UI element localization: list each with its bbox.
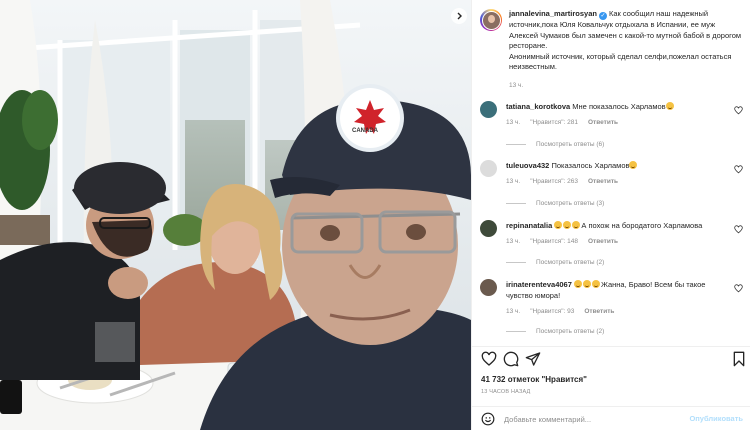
grinning-emoji-icon <box>582 280 591 288</box>
author-username[interactable]: jannalevina_martirosyan <box>509 9 597 18</box>
grinning-emoji-icon <box>629 161 638 169</box>
comment-body: repinanatalia А похож на бородатого Харл… <box>506 220 728 247</box>
grinning-emoji-icon <box>573 280 582 288</box>
view-replies-label: Посмотреть ответы (2) <box>536 328 605 335</box>
commenter-username[interactable]: irinaterenteva4067 <box>506 280 572 289</box>
comment-body: tuleuova432 Показалось Харламов 13 ч. "Н… <box>506 160 728 187</box>
view-replies-label: Посмотреть ответы (3) <box>536 200 605 207</box>
post-caption: jannalevina_martirosyan ✓ Как сообщил наш … <box>480 9 746 91</box>
add-comment-bar: Опубликовать <box>472 406 750 431</box>
comments-scroll-area[interactable]: jannalevina_martirosyan ✓ Как сообщил наш … <box>472 0 750 346</box>
instagram-post: CANADA jannalevina_martirosyan ✓ Как сообщ… <box>0 0 750 430</box>
replies-divider <box>506 144 526 145</box>
cap-logo-text: CANADA <box>352 128 379 134</box>
commenter-username[interactable]: tatiana_korotkova <box>506 102 570 111</box>
comment-body: irinaterenteva4067 Жанна, Браво! Всем бы… <box>506 279 728 317</box>
commenter-avatar[interactable] <box>480 220 497 237</box>
next-photo-button[interactable] <box>451 8 467 24</box>
commenter-avatar[interactable] <box>480 101 497 118</box>
comment-item: irinaterenteva4067 Жанна, Браво! Всем бы… <box>480 279 746 317</box>
reply-button[interactable]: Ответить <box>588 117 618 128</box>
commenter-avatar[interactable] <box>480 279 497 296</box>
reply-button[interactable]: Ответить <box>588 176 618 187</box>
comment-likes[interactable]: "Нравится": 263 <box>530 176 578 187</box>
heart-icon[interactable] <box>734 106 743 115</box>
heart-icon[interactable] <box>734 225 743 234</box>
caption-body: jannalevina_martirosyan ✓ Как сообщил наш … <box>509 9 746 91</box>
heart-icon[interactable] <box>734 165 743 174</box>
replies-divider <box>506 331 526 332</box>
view-replies-label: Посмотреть ответы (6) <box>536 141 605 148</box>
comment-item: tuleuova432 Показалось Харламов 13 ч. "Н… <box>480 160 746 187</box>
view-replies-button[interactable]: Посмотреть ответы (2) <box>506 259 604 266</box>
chevron-right-icon <box>457 12 462 20</box>
comment-likes[interactable]: "Нравится": 148 <box>530 236 578 247</box>
view-replies-label: Посмотреть ответы (2) <box>536 259 605 266</box>
comment-time[interactable]: 13 ч. <box>506 236 520 247</box>
comment-meta: 13 ч. "Нравится": 93 Ответить <box>506 306 728 317</box>
heart-icon[interactable] <box>734 284 743 293</box>
smile-icon[interactable] <box>481 412 495 426</box>
paper-plane-icon[interactable] <box>525 351 541 367</box>
view-replies-button[interactable]: Посмотреть ответы (3) <box>506 200 604 207</box>
author-avatar[interactable] <box>480 9 502 31</box>
grinning-emoji-icon <box>572 221 581 229</box>
caption-timestamp[interactable]: 13 ч. <box>509 81 746 92</box>
replies-divider <box>506 262 526 263</box>
view-replies-button[interactable]: Посмотреть ответы (2) <box>506 328 604 335</box>
reply-button[interactable]: Ответить <box>588 236 618 247</box>
post-sidebar: jannalevina_martirosyan ✓ Как сообщил наш … <box>471 0 750 430</box>
comment-text: Показалось Харламов <box>551 161 630 170</box>
comment-body: tatiana_korotkova Мне показалось Харламо… <box>506 101 728 128</box>
comment-meta: 13 ч. "Нравится": 281 Ответить <box>506 117 728 128</box>
reply-button[interactable]: Ответить <box>584 306 614 317</box>
comment-text: А похож на бородатого Харламова <box>581 221 703 230</box>
comment-text: Мне показалось Харламов <box>572 102 666 111</box>
grinning-emoji-icon <box>563 221 572 229</box>
caption-text-2: Анонимный источник, который сделал селфи… <box>509 51 732 72</box>
comment-time[interactable]: 13 ч. <box>506 117 520 128</box>
comment-meta: 13 ч. "Нравится": 263 Ответить <box>506 176 728 187</box>
heart-icon[interactable] <box>481 351 497 367</box>
grinning-emoji-icon <box>665 102 674 110</box>
comment-meta: 13 ч. "Нравится": 148 Ответить <box>506 236 728 247</box>
grinning-emoji-icon <box>554 221 563 229</box>
comment-time[interactable]: 13 ч. <box>506 176 520 187</box>
commenter-username[interactable]: repinanatalia <box>506 221 552 230</box>
comment-likes[interactable]: "Нравится": 93 <box>530 306 574 317</box>
bookmark-icon[interactable] <box>731 351 747 367</box>
post-photo[interactable]: CANADA <box>0 0 471 430</box>
comment-time[interactable]: 13 ч. <box>506 306 520 317</box>
comment-item: tatiana_korotkova Мне показалось Харламо… <box>480 101 746 128</box>
verified-badge-icon: ✓ <box>598 12 607 20</box>
selfie-photo: CANADA <box>0 0 471 430</box>
publish-button[interactable]: Опубликовать <box>689 414 743 423</box>
action-bar <box>481 351 747 371</box>
comment-likes[interactable]: "Нравится": 281 <box>530 117 578 128</box>
comment-item: repinanatalia А похож на бородатого Харл… <box>480 220 746 247</box>
post-time[interactable]: 13 ЧАСОВ НАЗАД <box>481 389 530 395</box>
post-actions: 41 732 отметок "Нравится" 13 ЧАСОВ НАЗАД… <box>472 346 750 430</box>
comment-bubble-icon[interactable] <box>503 351 519 367</box>
view-replies-button[interactable]: Посмотреть ответы (6) <box>506 141 604 148</box>
comment-input[interactable] <box>504 411 684 427</box>
commenter-avatar[interactable] <box>480 160 497 177</box>
replies-divider <box>506 203 526 204</box>
likes-count[interactable]: 41 732 отметок "Нравится" <box>481 375 587 384</box>
commenter-username[interactable]: tuleuova432 <box>506 161 549 170</box>
grinning-emoji-icon <box>591 280 600 288</box>
